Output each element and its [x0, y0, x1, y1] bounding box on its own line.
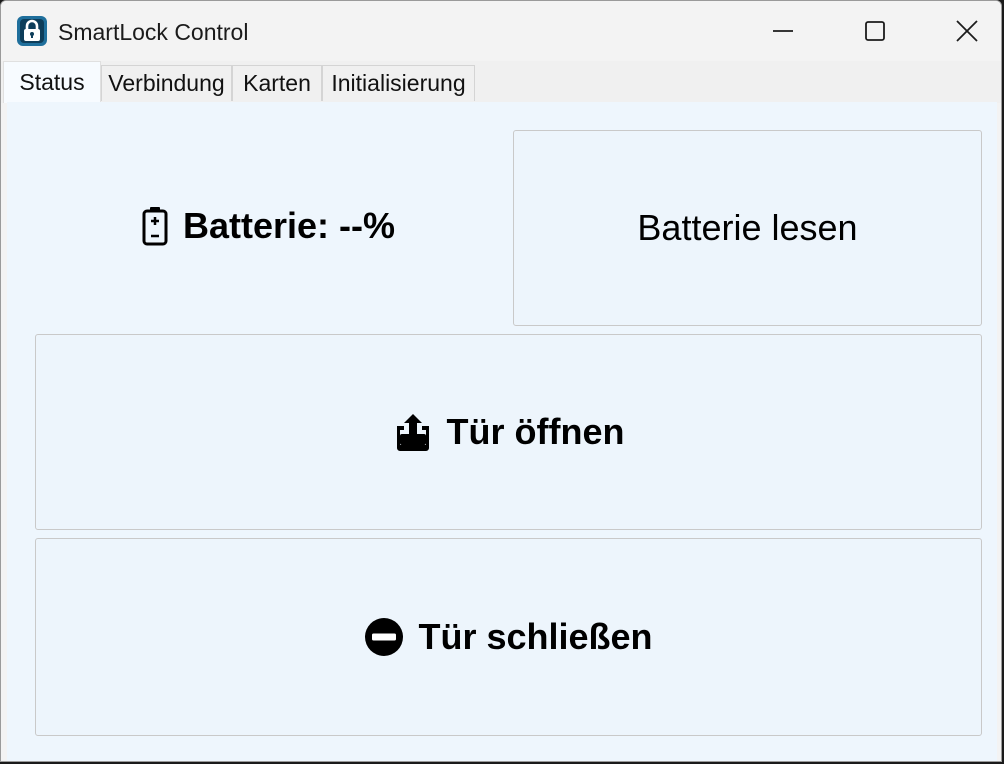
tab-verbindung[interactable]: Verbindung	[101, 65, 232, 101]
maximize-button[interactable]	[829, 1, 921, 61]
tab-status[interactable]: Status	[3, 61, 101, 103]
read-battery-label: Batterie lesen	[637, 207, 858, 248]
battery-label: Batterie: --%	[182, 205, 396, 246]
maximize-icon	[865, 21, 885, 41]
open-door-button[interactable]: Tür öffnen	[35, 334, 982, 530]
tab-initialisierung[interactable]: Initialisierung	[322, 65, 475, 101]
padlock-app-icon	[17, 16, 47, 46]
close-icon	[956, 20, 978, 42]
app-window: SmartLock Control Status Verbindung Kart…	[0, 0, 1002, 762]
close-door-button[interactable]: Tür schließen	[35, 538, 982, 736]
minimize-icon	[773, 30, 793, 32]
read-battery-button[interactable]: Batterie lesen	[513, 130, 982, 326]
open-door-label: Tür öffnen	[446, 411, 625, 452]
minimize-button[interactable]	[737, 1, 829, 61]
close-button[interactable]	[921, 1, 1001, 61]
unlock-tray-icon	[393, 412, 433, 452]
battery-icon	[141, 206, 169, 246]
close-door-label: Tür schließen	[418, 616, 653, 657]
no-entry-icon	[364, 617, 404, 657]
tab-karten[interactable]: Karten	[232, 65, 322, 101]
title-bar[interactable]: SmartLock Control	[1, 1, 1001, 61]
battery-status: Batterie: --%	[35, 128, 501, 324]
status-panel: Batterie: --% Batterie lesen Tür öffnen	[7, 102, 997, 761]
window-title: SmartLock Control	[58, 19, 249, 45]
